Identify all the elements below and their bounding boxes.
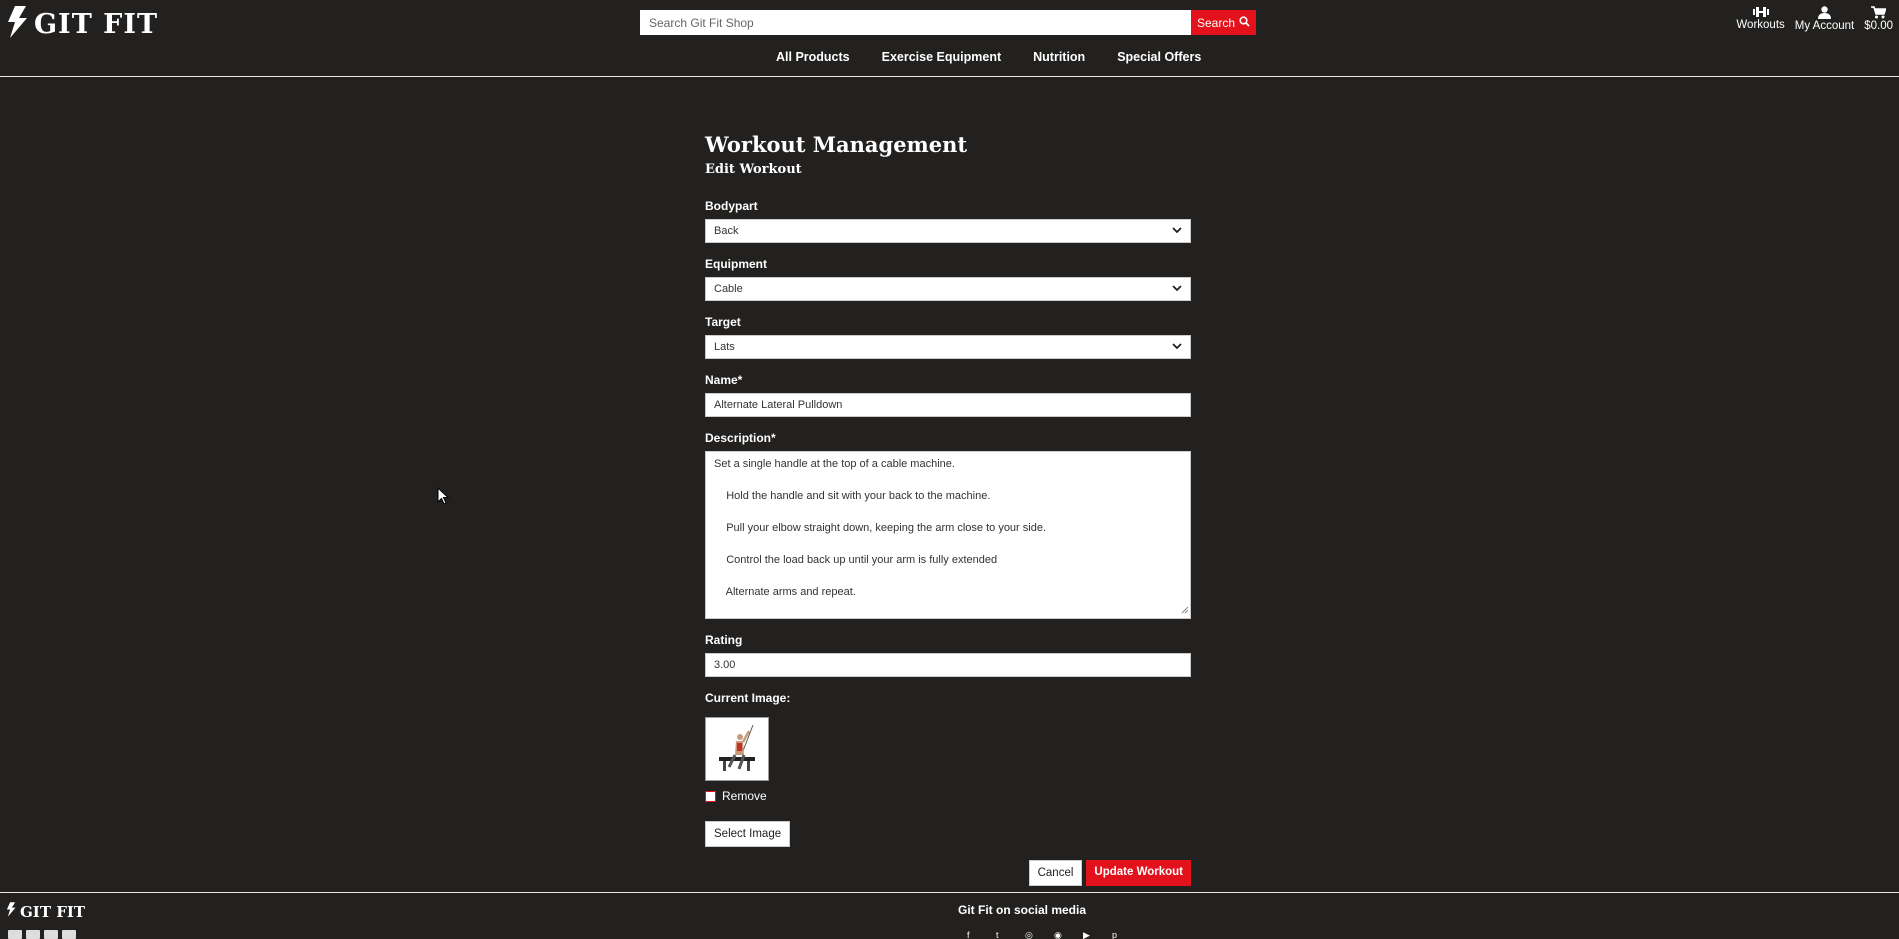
pinterest-icon[interactable]: p	[1112, 930, 1124, 939]
chevron-down-icon	[1172, 341, 1182, 353]
name-value: Alternate Lateral Pulldown	[714, 399, 843, 411]
search-icon	[1239, 15, 1250, 30]
page-subtitle: Edit Workout	[705, 162, 802, 177]
bodypart-select[interactable]: Back	[705, 219, 1191, 243]
facebook-icon[interactable]: f	[967, 930, 979, 939]
target-select[interactable]: Lats	[705, 335, 1191, 359]
workouts-link[interactable]: Workouts	[1736, 6, 1785, 31]
site-footer: GIT FIT Git Fit on social media f t ◎ ◉ …	[0, 892, 1899, 939]
remove-image-option: Remove	[705, 789, 1191, 803]
logo-text: GIT FIT	[34, 9, 159, 40]
search-bar: Search	[640, 10, 1256, 35]
site-logo[interactable]: GIT FIT	[6, 6, 158, 43]
target-value: Lats	[714, 341, 735, 353]
twitter-icon[interactable]: t	[996, 930, 1008, 939]
resize-handle[interactable]	[1181, 605, 1189, 617]
youtube-icon[interactable]: ▶	[1083, 930, 1095, 939]
nav-special-offers[interactable]: Special Offers	[1117, 50, 1201, 64]
card-icon	[62, 930, 76, 939]
main-nav: All Products Exercise Equipment Nutritio…	[776, 50, 1233, 64]
footer-logo[interactable]: GIT FIT	[6, 902, 85, 922]
social-title: Git Fit on social media	[958, 903, 1087, 917]
lightning-icon	[6, 902, 16, 922]
equipment-select[interactable]: Cable	[705, 277, 1191, 301]
name-label: Name*	[705, 373, 743, 387]
cancel-button[interactable]: Cancel	[1028, 860, 1083, 886]
cart-icon	[1871, 6, 1887, 20]
update-workout-button[interactable]: Update Workout	[1086, 860, 1191, 886]
card-icon	[26, 930, 40, 939]
nav-nutrition[interactable]: Nutrition	[1033, 50, 1085, 64]
select-image-button[interactable]: Select Image	[705, 821, 791, 847]
workout-form: Workout Management Edit Workout Bodypart…	[705, 132, 1191, 886]
my-account-link[interactable]: My Account	[1795, 6, 1854, 32]
cart-link[interactable]: $0.00	[1864, 6, 1893, 32]
card-icon	[8, 930, 22, 939]
remove-checkbox[interactable]	[705, 790, 716, 802]
chevron-down-icon	[1172, 225, 1182, 237]
description-line: Set a single handle at the top of a cabl…	[714, 458, 955, 470]
form-actions: Cancel Update Workout	[705, 860, 1191, 886]
target-label: Target	[705, 315, 741, 329]
header-actions: Workouts My Account $0.00	[1726, 6, 1899, 32]
bodypart-label: Bodypart	[705, 199, 758, 213]
cart-total: $0.00	[1864, 20, 1893, 32]
description-line: Pull your elbow straight down, keeping t…	[714, 522, 1047, 534]
site-header: GIT FIT Search All Products Exercise Equ…	[0, 0, 1899, 77]
rating-value: 3.00	[714, 659, 736, 671]
page-title: Workout Management	[705, 132, 968, 157]
rating-input[interactable]: 3.00	[705, 653, 1191, 677]
workout-image[interactable]	[705, 717, 769, 781]
current-image-label: Current Image:	[705, 691, 791, 705]
search-button-label: Search	[1196, 15, 1236, 30]
user-icon	[1817, 6, 1831, 20]
footer-logo-text: GIT FIT	[20, 903, 86, 921]
equipment-value: Cable	[714, 283, 743, 295]
search-button[interactable]: Search	[1191, 10, 1256, 35]
my-account-label: My Account	[1794, 20, 1855, 32]
rating-label: Rating	[705, 633, 743, 647]
mouse-cursor-icon	[437, 486, 450, 510]
nav-exercise-equipment[interactable]: Exercise Equipment	[882, 50, 1002, 64]
social-links: f t ◎ ◉ ▶ p	[967, 930, 1124, 939]
card-icon	[44, 930, 58, 939]
remove-label: Remove	[722, 789, 767, 803]
description-label: Description*	[705, 431, 776, 445]
instagram-icon[interactable]: ◎	[1025, 930, 1037, 939]
workouts-label: Workouts	[1736, 19, 1785, 31]
search-input[interactable]	[640, 10, 1191, 35]
nav-all-products[interactable]: All Products	[776, 50, 850, 64]
dumbbell-icon	[1752, 6, 1769, 19]
description-line: Control the load back up until your arm …	[714, 554, 998, 566]
description-line: Alternate arms and repeat.	[714, 586, 856, 598]
description-textarea[interactable]: Set a single handle at the top of a cabl…	[705, 451, 1191, 619]
bodypart-value: Back	[714, 225, 739, 237]
discord-icon[interactable]: ◉	[1054, 930, 1066, 939]
description-line: Hold the handle and sit with your back t…	[714, 490, 991, 502]
payment-icons	[8, 930, 76, 939]
chevron-down-icon	[1172, 283, 1182, 295]
lightning-icon	[6, 6, 28, 43]
name-input[interactable]: Alternate Lateral Pulldown	[705, 393, 1191, 417]
equipment-label: Equipment	[705, 257, 767, 271]
